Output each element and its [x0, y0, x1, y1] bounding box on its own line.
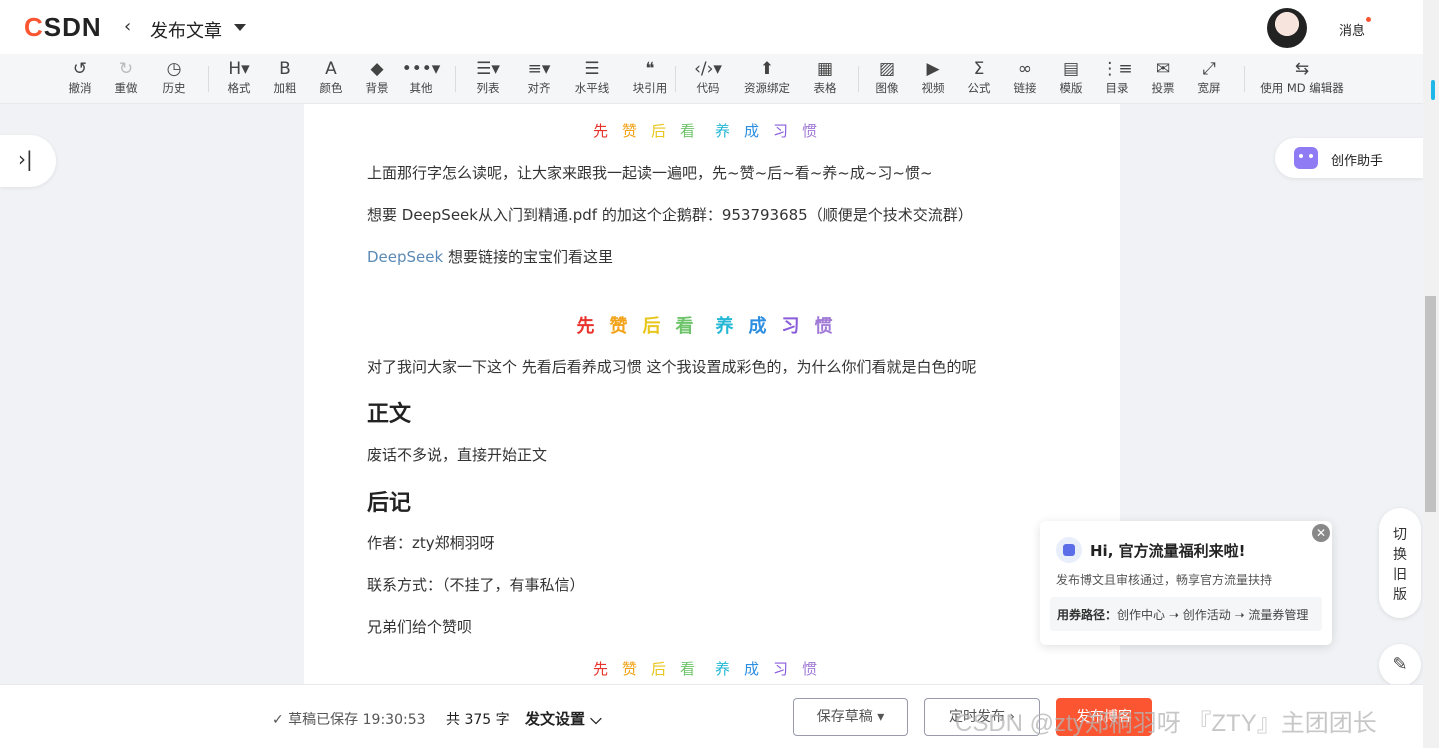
- rainbow-char: 后: [650, 122, 666, 140]
- rainbow-char: 习: [773, 122, 789, 140]
- watermark: CSDN @zty郑桐羽呀 『ZTY』主团团长: [955, 710, 1377, 737]
- deepseek-link[interactable]: DeepSeek: [367, 248, 443, 266]
- avatar[interactable]: [1267, 8, 1307, 48]
- rainbow-line-bottom: 先赞后看 养成习惯: [304, 658, 1120, 679]
- paragraph-8: 兄弟们给个赞呗: [367, 618, 473, 636]
- toolbar-separator: [455, 66, 456, 92]
- paragraph-1: 上面那行字怎么读呢，让大家来跟我一起读一遍吧，先~赞~后~看~养~成~习~惯~: [367, 164, 933, 182]
- rainbow-char: 成: [744, 122, 760, 140]
- toolbar-separator: [675, 66, 676, 92]
- rainbow-char: 惯: [802, 122, 818, 140]
- rainbow-char: 惯: [802, 660, 818, 678]
- editor-toolbar: ↺ 撤消 ↻ 重做 ◷ 历史 H▾ 格式 B 加粗 A 颜色 ◆ 背景 •••▾ 其他 ☰▾ 列表 ≡▾ 对齐 ☰ 水平线…: [0, 54, 1423, 104]
- rainbow-char: 先: [592, 660, 608, 678]
- rainbow-char: 看: [675, 316, 694, 337]
- paragraph-7: 联系方式：（不挂了，有事私信）: [367, 576, 585, 594]
- switch-char: 旧: [1393, 567, 1407, 583]
- ticket-icon: [1056, 537, 1082, 563]
- promo-path-label: 用券路径：: [1057, 608, 1118, 622]
- rainbow-char: 先: [576, 316, 595, 337]
- paragraph-2: 想要 DeepSeek从入门到精通.pdf 的加这个企鹅群：953793685（…: [367, 206, 973, 224]
- word-count: 共 375 字: [446, 712, 510, 728]
- toolbar-separator: [1244, 66, 1245, 92]
- promo-path-text: 创作中心 ➝ 创作活动 ➝ 流量券管理: [1117, 608, 1309, 622]
- paragraph-3-text: 想要链接的宝宝们看这里: [443, 248, 613, 266]
- expand-icon: ›|: [18, 147, 33, 171]
- rainbow-line-big: 先赞后看养成习惯: [304, 312, 1120, 338]
- switch-md-icon: ⇆: [1294, 59, 1310, 79]
- unread-dot: [1366, 17, 1371, 22]
- toolbar-separator: [208, 66, 209, 92]
- publish-settings-label: 发文设置: [525, 710, 586, 728]
- rainbow-char: 看: [679, 122, 695, 140]
- rainbow-char: 成: [748, 316, 767, 337]
- promo-popup: Hi, 官方流量福利来啦! 发布博文且审核通过，畅享官方流量扶持 用券路径：创作…: [1040, 521, 1332, 645]
- promo-title: Hi, 官方流量福利来啦!: [1090, 542, 1246, 560]
- chevron-left-icon[interactable]: ‹: [124, 16, 131, 37]
- paragraph-6: 作者：zty郑桐羽呀: [367, 534, 495, 552]
- paragraph-3: DeepSeek 想要链接的宝宝们看这里: [367, 246, 613, 267]
- feedback-icon[interactable]: ✎: [1379, 644, 1421, 686]
- rainbow-char: 先: [592, 122, 608, 140]
- messages-link[interactable]: 消息: [1339, 20, 1365, 39]
- chevron-down-icon[interactable]: [234, 24, 246, 31]
- close-icon[interactable]: ✕: [1312, 524, 1330, 542]
- editor-content[interactable]: 先赞后看养成习惯 上面那行字怎么读呢，让大家来跟我一起读一遍吧，先~赞~后~看~…: [304, 104, 1120, 684]
- rainbow-line-top: 先赞后看 养成习惯: [304, 120, 1120, 141]
- promo-subtitle: 发布博文且审核通过，畅享官方流量扶持: [1056, 573, 1273, 587]
- expand-sidebar-button[interactable]: ›|: [0, 135, 56, 187]
- switch-char: 版: [1393, 587, 1407, 603]
- scrollbar-thumb[interactable]: [1425, 296, 1436, 512]
- rainbow-char: 赞: [609, 316, 628, 337]
- switch-char: 换: [1393, 547, 1407, 563]
- paragraph-4: 对了我问大家一下这个 先看后看养成习惯 这个我设置成彩色的，为什么你们看就是白色…: [367, 358, 977, 376]
- toolbar-wide-screen-button[interactable]: ⤢ 宽屏: [1164, 58, 1254, 102]
- top-bar: CSDN ‹ 发布文章 消息: [0, 0, 1423, 54]
- promo-path: 用券路径：创作中心 ➝ 创作活动 ➝ 流量券管理: [1050, 597, 1322, 631]
- rainbow-char: 养: [715, 660, 731, 678]
- csdn-logo[interactable]: CSDN: [24, 12, 102, 43]
- rainbow-char: 习: [781, 316, 800, 337]
- rainbow-char: 后: [642, 316, 661, 337]
- switch-char: 切: [1393, 527, 1407, 543]
- creation-assistant-button[interactable]: 创作助手: [1275, 138, 1423, 178]
- publish-settings-toggle[interactable]: 发文设置 ⌵: [525, 708, 602, 729]
- save-draft-button[interactable]: 保存草稿 ▾: [793, 698, 908, 736]
- paragraph-5: 废话不多说，直接开始正文: [367, 446, 548, 464]
- toolbar-switch-md-button[interactable]: ⇆ 使用 MD 编辑器: [1257, 58, 1347, 102]
- scroll-indicator: [1431, 80, 1435, 100]
- wide-screen-icon: ⤢: [1202, 59, 1216, 79]
- page-title[interactable]: 发布文章: [150, 17, 222, 43]
- rainbow-char: 后: [650, 660, 666, 678]
- assistant-label: 创作助手: [1331, 154, 1384, 169]
- rainbow-char: 惯: [814, 316, 833, 337]
- toolbar-label: 使用 MD 编辑器: [1260, 81, 1344, 95]
- rainbow-char: 成: [744, 660, 760, 678]
- heading-afterword: 后记: [367, 491, 412, 516]
- toolbar-separator: [858, 66, 859, 92]
- robot-icon: [1294, 147, 1318, 169]
- rainbow-char: 看: [679, 660, 695, 678]
- heading-main: 正文: [367, 402, 412, 427]
- draft-saved-status: ✓ 草稿已保存 19:30:53: [272, 712, 426, 728]
- rainbow-char: 习: [773, 660, 789, 678]
- rainbow-char: 养: [715, 122, 731, 140]
- rainbow-char: 养: [715, 316, 734, 337]
- rainbow-char: 赞: [621, 660, 637, 678]
- switch-old-version-button[interactable]: 切 换 旧 版: [1379, 508, 1421, 618]
- rainbow-char: 赞: [621, 122, 637, 140]
- toolbar-label: 宽屏: [1197, 81, 1221, 95]
